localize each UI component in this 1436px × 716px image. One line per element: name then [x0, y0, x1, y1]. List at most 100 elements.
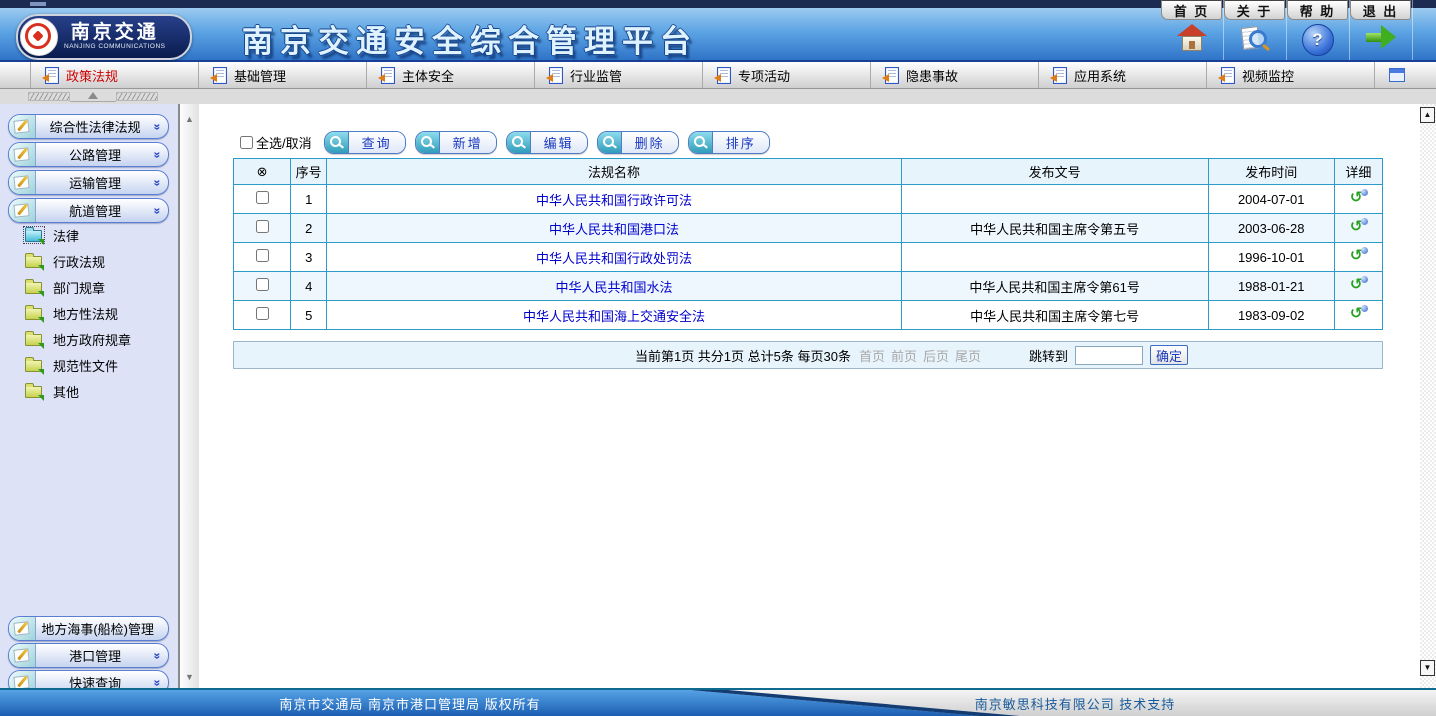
toolbar-button[interactable]: 排序: [688, 131, 770, 154]
regulation-link[interactable]: 中华人民共和国行政许可法: [536, 193, 692, 208]
notepad-icon: [9, 199, 36, 222]
detail-icon[interactable]: [1350, 219, 1367, 235]
regulation-link[interactable]: 中华人民共和国水法: [555, 280, 672, 295]
nav-home[interactable]: 首 页: [1160, 0, 1224, 60]
sidebar-group-button[interactable]: 运输管理: [8, 170, 169, 195]
about-icon[interactable]: [1240, 24, 1270, 54]
folder-icon: [24, 357, 44, 373]
notepad-icon: [9, 171, 36, 194]
detail-icon[interactable]: [1350, 248, 1367, 264]
content-scrollbar[interactable]: [1420, 104, 1436, 688]
sidebar-group-button[interactable]: 地方海事(船检)管理: [8, 616, 169, 641]
nav-tab[interactable]: 基础管理: [199, 62, 367, 88]
sidebar-submenu-item[interactable]: 其他: [0, 378, 178, 404]
table-row: 2 中华人民共和国港口法 中华人民共和国主席令第五号 2003-06-28: [234, 214, 1383, 243]
nav-tab[interactable]: 应用系统: [1039, 62, 1207, 88]
scroll-up-button[interactable]: [1420, 107, 1435, 123]
nav-logout[interactable]: 退 出: [1349, 0, 1413, 60]
row-doc-no: [901, 243, 1208, 272]
nav-help[interactable]: 帮 助 ?: [1286, 0, 1350, 60]
table-row: 1 中华人民共和国行政许可法 2004-07-01: [234, 185, 1383, 214]
page-icon: [549, 67, 563, 84]
date-column-header: 发布时间: [1208, 159, 1334, 185]
sidebar-group-button[interactable]: 综合性法律法规: [8, 114, 169, 139]
exit-icon[interactable]: [1364, 24, 1398, 50]
row-date: 1983-09-02: [1208, 301, 1334, 330]
nav-tab[interactable]: 行业监管: [535, 62, 703, 88]
select-column-header: ⊗: [234, 159, 291, 185]
prev-page-link[interactable]: 前页: [891, 346, 917, 365]
home-icon[interactable]: [1177, 24, 1207, 51]
chevron-down-icon: [154, 148, 161, 162]
sidebar-submenu-item[interactable]: 法律: [0, 222, 178, 248]
row-checkbox[interactable]: [256, 191, 269, 204]
logout-label[interactable]: 退 出: [1350, 0, 1411, 20]
splitter-hatch-left[interactable]: [28, 92, 70, 101]
scroll-down-button[interactable]: [1420, 660, 1435, 676]
confirm-button[interactable]: 确定: [1150, 345, 1188, 365]
sidebar-scrollbar[interactable]: [178, 104, 199, 688]
sidebar-group-button[interactable]: 公路管理: [8, 142, 169, 167]
toolbar-button[interactable]: 查询: [324, 131, 406, 154]
copyright-text: 南京市交通局 南京市港口管理局 版权所有: [60, 690, 760, 716]
row-checkbox[interactable]: [256, 278, 269, 291]
row-date: 1996-10-01: [1208, 243, 1334, 272]
last-page-link[interactable]: 尾页: [955, 346, 981, 365]
toolbar-button[interactable]: 新增: [415, 131, 497, 154]
sidebar-group-button[interactable]: 航道管理: [8, 198, 169, 223]
sidebar: 综合性法律法规 公路管理 运输管理 航道管理 法律 行政法规 部门规章 地方性法…: [0, 104, 178, 688]
sidebar-submenu-item[interactable]: 地方性法规: [0, 300, 178, 326]
detail-icon[interactable]: [1350, 306, 1367, 322]
row-doc-no: 中华人民共和国主席令第61号: [901, 272, 1208, 301]
nav-tab[interactable]: 视频监控: [1207, 62, 1375, 88]
help-label[interactable]: 帮 助: [1287, 0, 1348, 20]
scroll-up-icon[interactable]: [180, 114, 199, 124]
nav-tab[interactable]: 专项活动: [703, 62, 871, 88]
sidebar-group-button[interactable]: 港口管理: [8, 643, 169, 668]
about-label[interactable]: 关 于: [1224, 0, 1285, 20]
row-checkbox[interactable]: [256, 307, 269, 320]
regulation-link[interactable]: 中华人民共和国港口法: [549, 222, 679, 237]
magnifier-icon: [507, 132, 531, 153]
sidebar-submenu-item[interactable]: 地方政府规章: [0, 326, 178, 352]
toolbar-button[interactable]: 编辑: [506, 131, 588, 154]
folder-icon: [24, 227, 44, 243]
detail-icon[interactable]: [1350, 277, 1367, 293]
help-icon[interactable]: ?: [1302, 24, 1334, 56]
collapse-handle[interactable]: [28, 92, 158, 101]
nav-tab[interactable]: 主体安全: [367, 62, 535, 88]
sidebar-submenu-item[interactable]: 行政法规: [0, 248, 178, 274]
toolbar-button[interactable]: 删除: [597, 131, 679, 154]
home-label[interactable]: 首 页: [1161, 0, 1222, 20]
row-checkbox[interactable]: [256, 249, 269, 262]
regulation-link[interactable]: 中华人民共和国行政处罚法: [536, 251, 692, 266]
scroll-down-icon[interactable]: [180, 672, 199, 682]
regulation-link[interactable]: 中华人民共和国海上交通安全法: [523, 309, 705, 324]
sidebar-submenu-item[interactable]: 规范性文件: [0, 352, 178, 378]
pagination-bar: 当前第1页 共分1页 总计5条 每页30条 首页 前页 后页 尾页 跳转到 确定: [233, 341, 1383, 369]
window-restore-icon[interactable]: [1389, 68, 1405, 82]
page-icon: [381, 67, 395, 84]
first-page-link[interactable]: 首页: [859, 346, 885, 365]
next-page-link[interactable]: 后页: [923, 346, 949, 365]
app-window: 南京交通 NANJING COMMUNICATIONS 南京交通安全综合管理平台…: [0, 0, 1436, 716]
jump-page-input[interactable]: [1075, 346, 1143, 365]
row-doc-no: 中华人民共和国主席令第五号: [901, 214, 1208, 243]
sidebar-top-groups: 综合性法律法规 公路管理 运输管理 航道管理: [8, 114, 169, 226]
tab-bar-spacer: [0, 62, 31, 88]
folder-icon: [24, 305, 44, 321]
detail-icon[interactable]: [1350, 190, 1367, 206]
collapse-arrow-icon[interactable]: [70, 92, 116, 102]
select-all-checkbox[interactable]: [240, 136, 253, 149]
magnifier-icon: [416, 132, 440, 153]
name-column-header: 法规名称: [327, 159, 902, 185]
nav-tab[interactable]: 政策法规: [31, 62, 199, 88]
sidebar-submenu-item[interactable]: 部门规章: [0, 274, 178, 300]
nav-about[interactable]: 关 于: [1223, 0, 1287, 60]
page-icon: [1221, 67, 1235, 84]
nav-tab[interactable]: 隐患事故: [871, 62, 1039, 88]
splitter-hatch-right[interactable]: [116, 92, 158, 101]
row-checkbox[interactable]: [256, 220, 269, 233]
page-icon: [1053, 67, 1067, 84]
magnifier-icon: [325, 132, 349, 153]
